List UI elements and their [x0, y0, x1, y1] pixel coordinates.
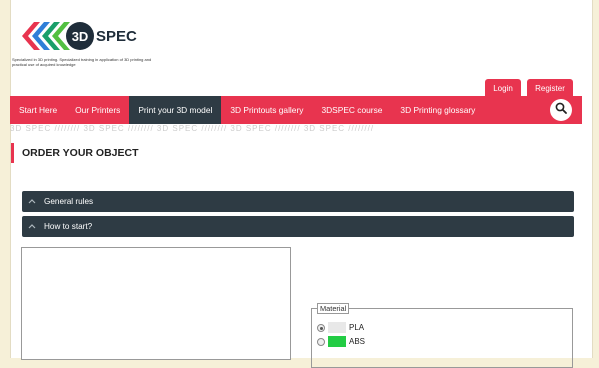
abs-label: ABS [349, 337, 366, 346]
pla-color-swatch [328, 322, 346, 333]
material-option-pla[interactable]: PLA [317, 322, 364, 333]
nav-item-print-your-3d-model[interactable]: Print your 3D model [129, 96, 222, 124]
nav-item-3d-printing-glossary[interactable]: 3D Printing glossary [391, 96, 484, 124]
nav-item-3dspec-course[interactable]: 3DSPEC course [312, 96, 391, 124]
logo-tagline: Specialized in 3D printing. Specialized … [12, 57, 152, 67]
abs-color-swatch [328, 336, 346, 347]
search-button[interactable] [550, 99, 572, 121]
chevron-up-icon [28, 197, 38, 206]
main-navigation: Start Here Our Printers Print your 3D mo… [10, 96, 582, 124]
material-legend: Material [317, 303, 350, 314]
nav-item-start-here[interactable]: Start Here [10, 96, 66, 124]
accordion-how-to-start[interactable]: How to start? [22, 216, 574, 237]
accordion-label: General rules [44, 197, 94, 206]
header-watermark-strip: 3D SPEC //////// 3D SPEC //////// 3D SPE… [10, 124, 375, 133]
logo-3d-text: 3D [72, 29, 89, 44]
pla-radio[interactable] [317, 323, 325, 332]
abs-radio[interactable] [317, 337, 325, 346]
accordion-label: How to start? [44, 222, 93, 231]
model-preview-panel[interactable] [21, 247, 291, 360]
page-title: ORDER YOUR OBJECT [11, 143, 139, 163]
nav-item-our-printers[interactable]: Our Printers [66, 96, 129, 124]
chevron-up-icon [28, 222, 38, 231]
material-fieldset: Material PLA ABS [311, 303, 573, 368]
material-option-abs[interactable]: ABS [317, 336, 365, 347]
search-icon [555, 101, 567, 119]
accordion-general-rules[interactable]: General rules [22, 191, 574, 212]
pla-label: PLA [349, 323, 365, 332]
logo-spec-text: SPEC [96, 28, 137, 45]
nav-item-3d-printouts-gallery[interactable]: 3D Printouts gallery [221, 96, 312, 124]
